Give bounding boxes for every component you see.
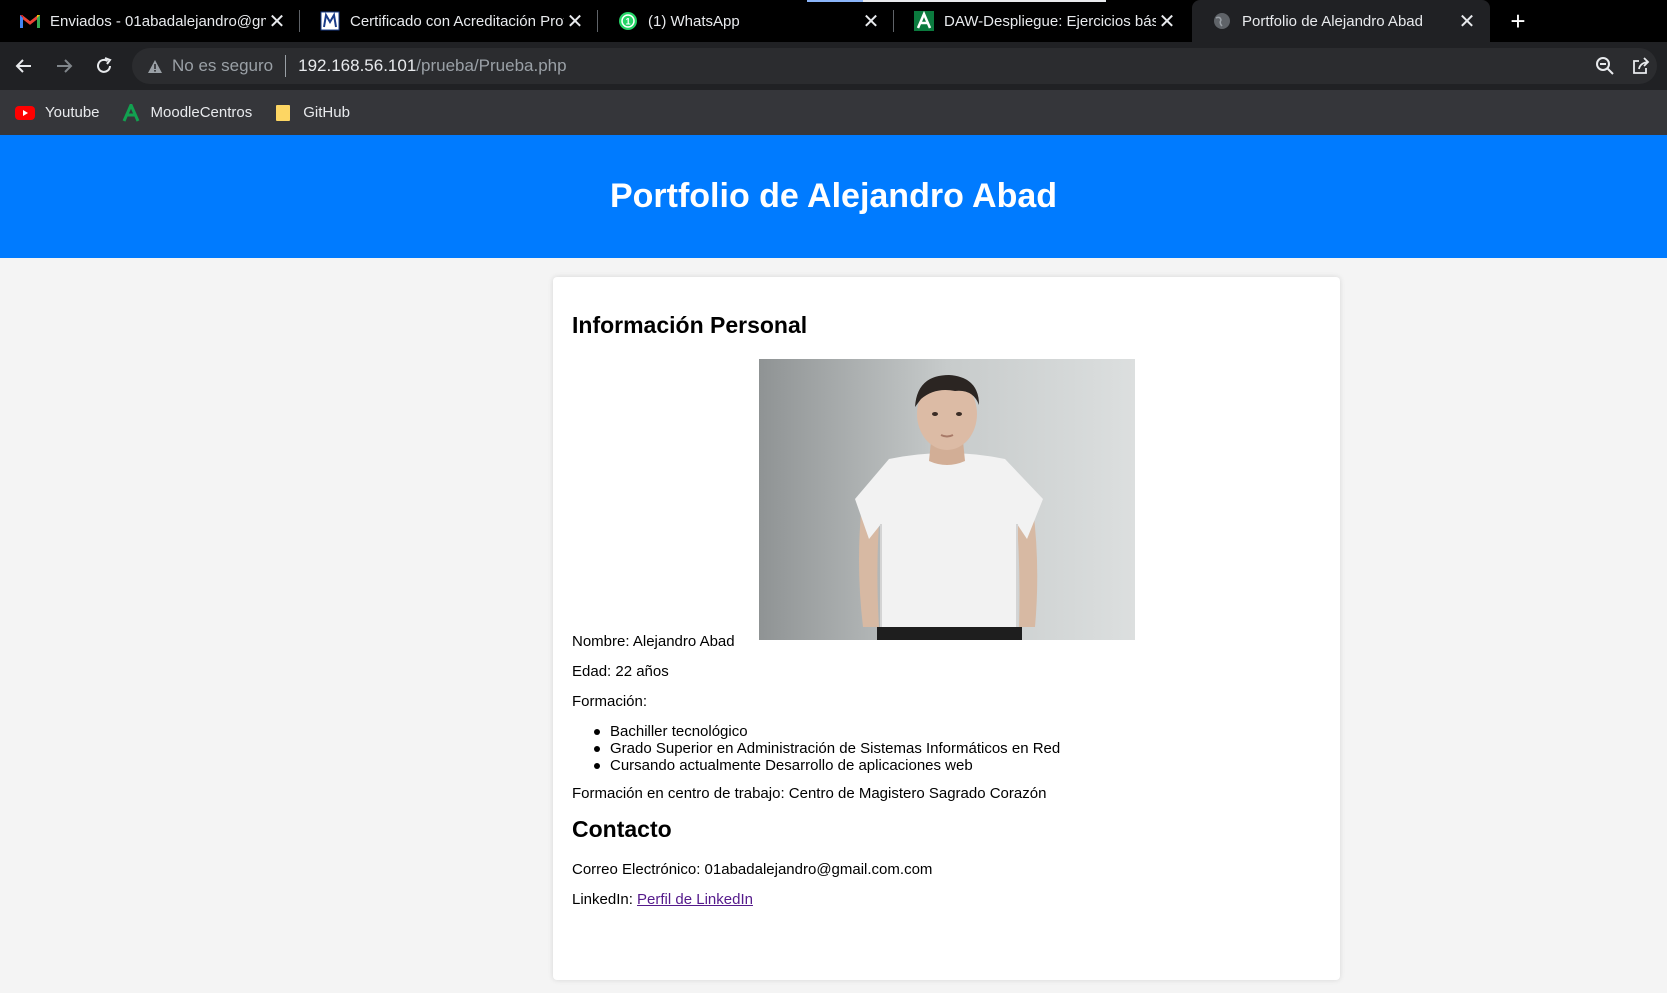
profile-photo <box>759 359 1135 640</box>
bookmarks-bar: Youtube MoodleCentros GitHub <box>0 90 1667 135</box>
new-tab-button[interactable]: + <box>1504 6 1532 36</box>
age-line: Edad: 22 años <box>572 663 669 680</box>
tab-strip: Enviados - 01abadalejandro@gmail.com ✕ C… <box>0 0 1667 42</box>
youtube-icon <box>15 104 35 122</box>
browser-toolbar: No es seguro 192.168.56.101/prueba/Prueb… <box>0 42 1667 90</box>
close-icon[interactable]: ✕ <box>1456 10 1478 33</box>
close-icon[interactable]: ✕ <box>266 10 288 33</box>
page-title: Portfolio de Alejandro Abad <box>609 177 1058 215</box>
svg-text:1: 1 <box>625 17 630 27</box>
bookmark-label: MoodleCentros <box>150 104 253 121</box>
education-list: Bachiller tecnológico Grado Superior en … <box>593 723 1061 774</box>
reload-icon <box>97 57 112 73</box>
bookmark-youtube[interactable]: Youtube <box>15 104 100 122</box>
bookmark-moodlecentros[interactable]: MoodleCentros <box>121 103 253 122</box>
warning-icon[interactable] <box>146 57 164 75</box>
close-icon[interactable]: ✕ <box>1156 10 1178 33</box>
linkedin-line: LinkedIn: Perfil de LinkedIn <box>572 891 753 908</box>
whatsapp-icon: 1 <box>618 11 638 31</box>
content-card: Información Personal Nombre: Alejandro A… <box>553 277 1340 980</box>
page-header: Portfolio de Alejandro Abad <box>0 135 1667 258</box>
folder-icon <box>273 104 293 122</box>
share-icon[interactable] <box>1631 56 1651 76</box>
arrow-left-icon <box>15 59 31 73</box>
tab-title: Enviados - 01abadalejandro@gmail.com <box>50 12 266 30</box>
url-path: /prueba/Prueba.php <box>416 56 567 75</box>
close-icon[interactable]: ✕ <box>564 10 586 33</box>
globe-icon <box>1212 11 1232 31</box>
tab-title: (1) WhatsApp <box>648 12 740 30</box>
linkedin-label: LinkedIn: <box>572 891 638 908</box>
tab-whatsapp[interactable]: 1 (1) WhatsApp ✕ <box>598 0 894 42</box>
arrow-right-icon <box>57 59 73 73</box>
tab-title: Portfolio de Alejandro Abad <box>1242 12 1423 30</box>
email-line: Correo Electrónico: 01abadalejandro@gmai… <box>572 861 933 878</box>
zoom-icon[interactable] <box>1595 56 1615 76</box>
certificate-icon <box>320 11 340 31</box>
reload-button[interactable] <box>90 52 118 80</box>
moodle-icon <box>121 103 141 122</box>
internship-line: Formación en centro de trabajo: Centro d… <box>572 785 1047 802</box>
tab-title: DAW-Despliegue: Ejercicios básicos <box>944 12 1156 30</box>
web-page: Portfolio de Alejandro Abad Información … <box>0 135 1667 993</box>
gmail-icon <box>20 11 40 31</box>
back-button[interactable] <box>10 52 38 80</box>
bookmark-github[interactable]: GitHub <box>273 104 350 122</box>
list-item: Grado Superior en Administración de Sist… <box>593 740 1061 757</box>
list-item: Cursando actualmente Desarrollo de aplic… <box>593 757 1060 774</box>
tab-gmail[interactable]: Enviados - 01abadalejandro@gmail.com ✕ <box>0 0 300 42</box>
forward-button[interactable] <box>50 52 78 80</box>
name-line: Nombre: Alejandro Abad <box>572 633 735 650</box>
linkedin-link[interactable]: Perfil de LinkedIn <box>637 891 753 908</box>
bookmark-label: GitHub <box>303 104 350 121</box>
section-heading-contact: Contacto <box>572 816 672 842</box>
moodle-icon <box>914 11 934 31</box>
section-heading-personal: Información Personal <box>572 312 808 338</box>
education-label: Formación: <box>572 693 648 710</box>
url-host: 192.168.56.101 <box>298 56 417 75</box>
close-icon[interactable]: ✕ <box>860 10 882 33</box>
tab-portfolio[interactable]: Portfolio de Alejandro Abad ✕ <box>1192 0 1490 42</box>
tab-certificado[interactable]: Certificado con Acreditación Profesional… <box>300 0 598 42</box>
list-item: Bachiller tecnológico <box>593 723 1060 740</box>
tab-daw-despliegue[interactable]: DAW-Despliegue: Ejercicios básicos ✕ <box>894 0 1190 42</box>
tab-title: Certificado con Acreditación Profesional <box>350 12 564 30</box>
bookmark-label: Youtube <box>45 104 100 121</box>
security-label[interactable]: No es seguro <box>172 56 273 76</box>
address-bar[interactable]: No es seguro 192.168.56.101/prueba/Prueb… <box>132 48 1657 84</box>
